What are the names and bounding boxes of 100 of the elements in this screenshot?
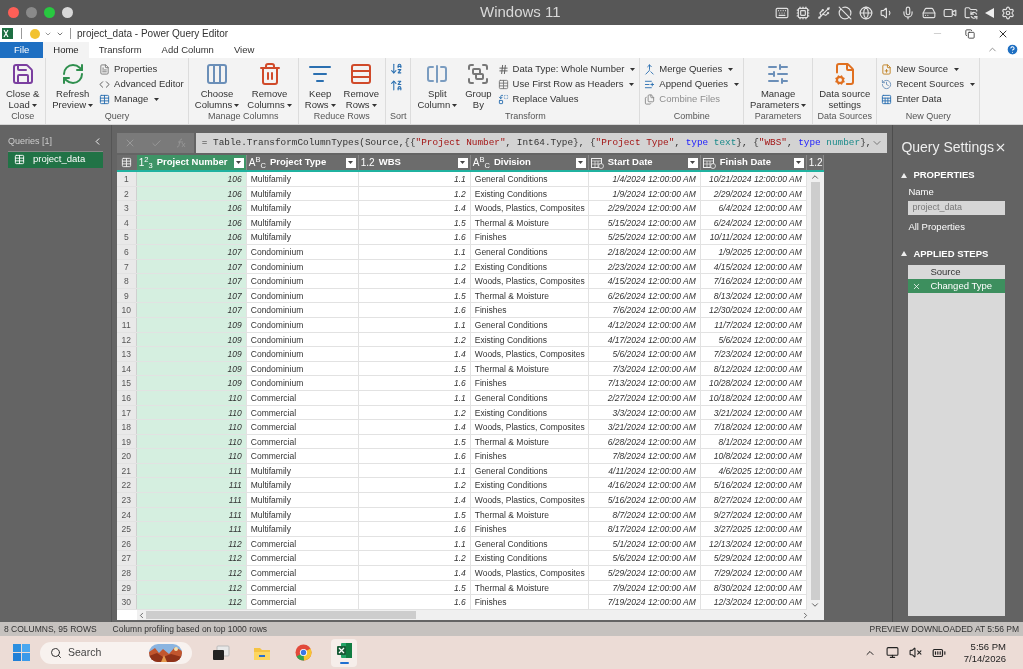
spreadsheet-app-icon[interactable] <box>2 28 13 39</box>
ribbon-button[interactable]: Manage Parameters <box>748 62 809 110</box>
expander-icon[interactable] <box>901 251 908 257</box>
row-number[interactable]: 23 <box>116 493 137 507</box>
dropdown-icon[interactable] <box>575 157 586 168</box>
table-cell: 8/12/2024 12:00:00 AM <box>700 361 807 376</box>
start-icon[interactable] <box>13 644 30 661</box>
blocked-icon[interactable] <box>838 5 852 20</box>
muted-speaker-icon[interactable] <box>908 646 922 659</box>
ribbon-button[interactable]: Properties <box>99 62 184 77</box>
ribbon-button[interactable]: Data source settings <box>817 62 873 110</box>
ribbon-button[interactable]: Merge Queries <box>644 62 740 77</box>
ribbon-button[interactable]: Replace Values <box>497 92 636 107</box>
expander-icon[interactable] <box>901 172 908 178</box>
usb-icon[interactable] <box>817 5 831 20</box>
table-cell: General Conditions <box>470 390 589 405</box>
drive-icon[interactable] <box>922 5 936 20</box>
ribbon-button[interactable]: Choose Columns <box>192 62 242 110</box>
ribbon-button[interactable]: Group By <box>463 62 494 110</box>
column-header[interactable]: A$^{B}$$_{C}$ Project Type <box>246 155 359 170</box>
row-number[interactable]: 3 <box>116 201 137 215</box>
network-icon[interactable] <box>885 646 899 659</box>
row-number[interactable]: 22 <box>116 478 137 493</box>
table-cell: 6/4/2024 12:00:00 AM <box>700 201 807 215</box>
keyboard-icon[interactable] <box>775 5 789 20</box>
table-cell: General Conditions <box>470 172 589 186</box>
search-field[interactable]: Search <box>40 641 192 664</box>
clock[interactable]: 5:56 PM 7/14/2026 <box>963 640 1006 665</box>
ribbon-button[interactable]: Remove Columns <box>245 62 294 110</box>
row-number[interactable]: 10 <box>116 303 137 317</box>
help-icon[interactable] <box>1006 43 1019 56</box>
column-header[interactable]: A$^{B}$$_{C}$ Division <box>470 155 589 170</box>
sort-ascending-icon[interactable] <box>389 62 403 75</box>
step-delete-icon[interactable] <box>912 281 922 291</box>
applied-step[interactable]: Source <box>908 265 1005 279</box>
ribbon-button[interactable]: Append Queries <box>644 77 740 92</box>
row-number[interactable]: 8 <box>116 274 137 288</box>
row-number[interactable]: 1 <box>116 172 137 186</box>
row-number[interactable]: 20 <box>116 449 137 463</box>
row-number[interactable]: 13 <box>116 347 137 361</box>
task-view-icon[interactable] <box>212 644 230 661</box>
ribbon-button[interactable]: Enter Data <box>881 92 975 107</box>
row-number[interactable]: 25 <box>116 522 137 536</box>
row-number[interactable]: 15 <box>116 376 137 390</box>
table-cell: Commercial <box>246 434 359 449</box>
ribbon-button[interactable]: New Source <box>881 62 975 77</box>
ribbon-button[interactable]: Use First Row as Headers <box>497 77 636 92</box>
table-cell: General Conditions <box>470 536 589 551</box>
applied-step[interactable]: Changed Type <box>908 279 1005 293</box>
row-number[interactable]: 18 <box>116 420 137 434</box>
column-header[interactable]: Start Date <box>588 155 701 170</box>
ribbon-button[interactable]: Recent Sources <box>881 77 975 92</box>
ribbon-tab[interactable]: Add Column <box>151 42 224 58</box>
table-cell: 7/19/2024 12:00:00 AM <box>588 595 701 609</box>
horizontal-scrollbar[interactable] <box>136 610 824 620</box>
scroll-up-icon[interactable] <box>810 172 821 182</box>
back-triangle-icon[interactable] <box>985 7 994 18</box>
table-cell: Existing Conditions <box>470 405 589 420</box>
sort-descending-icon[interactable] <box>389 79 403 92</box>
scroll-down-icon[interactable] <box>810 600 821 610</box>
ribbon-button[interactable]: Close & Load <box>4 62 42 110</box>
ribbon-button[interactable]: Advanced Editor <box>99 77 184 92</box>
dropdown-icon[interactable] <box>457 157 468 168</box>
replace-icon <box>497 94 509 105</box>
group-label: Close <box>10 110 36 123</box>
ribbon-button[interactable]: Remove Rows <box>341 62 381 110</box>
all-properties-link[interactable]: All Properties <box>908 219 1015 234</box>
ribbon-tab[interactable]: Transform <box>88 42 152 58</box>
settings-icon[interactable] <box>1001 5 1015 20</box>
ribbon-button[interactable]: Data Type: Whole Number <box>497 62 636 77</box>
ribbon-tab[interactable]: File <box>0 42 44 58</box>
check-icon[interactable] <box>150 137 162 149</box>
row-number[interactable]: 28 <box>116 566 137 580</box>
ribbon-button[interactable]: Refresh Preview <box>50 62 96 110</box>
column-header[interactable]: Finish Date <box>700 155 807 170</box>
spreadsheet-app-icon[interactable] <box>335 641 353 659</box>
row-number[interactable]: 30 <box>116 595 137 609</box>
ribbon-tab[interactable]: View <box>223 42 265 58</box>
dropdown-icon[interactable] <box>793 157 804 168</box>
type-label[interactable]: 1.2 <box>360 155 375 170</box>
formula-field[interactable]: = Table.TransformColumnTypes(Source,{{"Project Number", Int64.Type}, {"Project Type", type text}, {"WBS", type number}, <box>195 133 888 153</box>
ribbon-button[interactable]: Keep Rows <box>302 62 338 110</box>
globe-icon[interactable] <box>859 5 873 20</box>
ribbon-tab[interactable]: Home <box>43 42 89 58</box>
column-header[interactable]: 1$^{2}$$_{3}$ Project Number <box>136 155 247 170</box>
column-header[interactable]: 1.2 WBS <box>358 155 471 170</box>
row-number[interactable]: 27 <box>116 551 137 566</box>
ribbon-button[interactable]: Split Column <box>415 62 460 110</box>
browser-icon[interactable] <box>294 644 312 661</box>
row-number[interactable]: 5 <box>116 230 137 244</box>
type-label[interactable]: 1.2 <box>808 155 823 170</box>
ribbon-button[interactable]: Manage <box>99 92 184 107</box>
chip-icon[interactable] <box>796 5 810 20</box>
shared-folder-icon[interactable] <box>964 5 978 20</box>
microphone-icon[interactable] <box>901 5 915 20</box>
restore-icon[interactable] <box>965 28 975 39</box>
table-cell: 10/28/2024 12:00:00 AM <box>700 376 807 390</box>
dropdown-icon[interactable] <box>345 157 356 168</box>
dropdown-icon[interactable] <box>687 157 698 168</box>
dropdown-icon[interactable] <box>233 157 244 168</box>
